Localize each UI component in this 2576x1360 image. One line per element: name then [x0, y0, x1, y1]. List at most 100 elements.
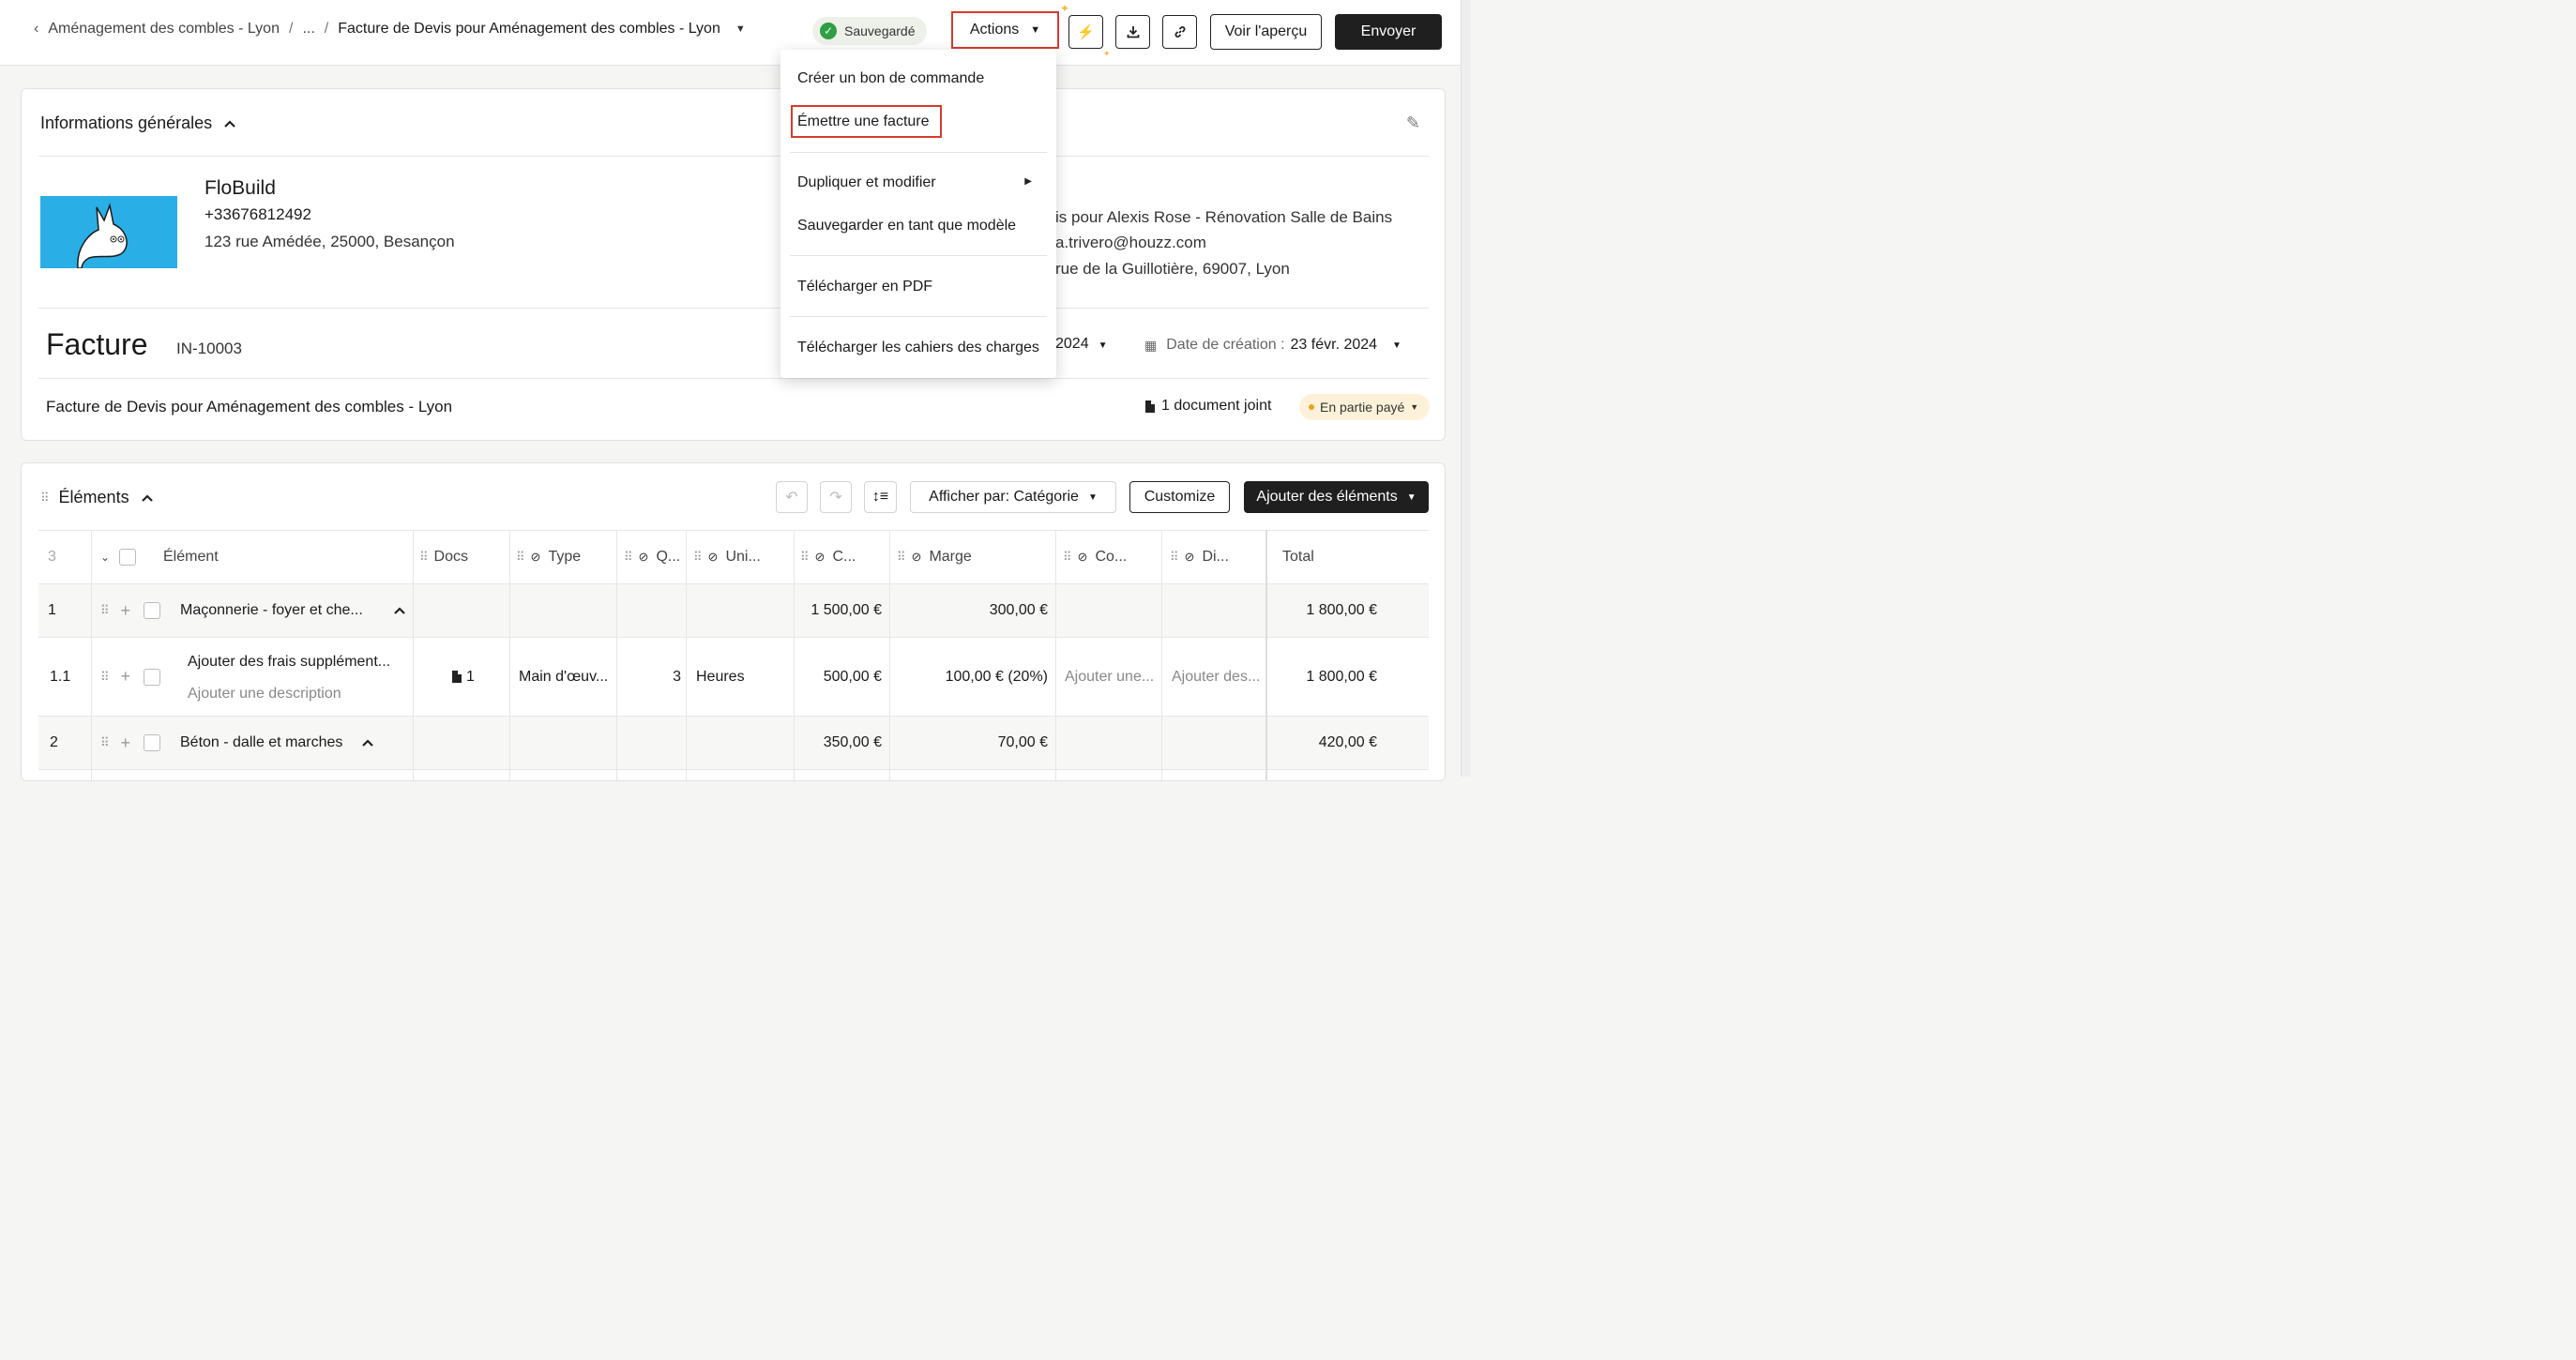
chevron-up-icon[interactable] — [361, 717, 380, 769]
row-co-input[interactable]: Ajouter une... — [1065, 638, 1162, 716]
saved-status-badge: ✓ Sauvegardé — [812, 17, 927, 45]
attachments-link[interactable]: 1 document joint — [1144, 398, 1271, 415]
attachments-count: 1 document joint — [1161, 398, 1272, 414]
drag-handle-icon[interactable]: ⠿ — [1063, 550, 1071, 565]
col-header-di[interactable]: ⠿ ⊘ Di... — [1170, 531, 1268, 583]
drag-handle-icon[interactable]: ⠿ — [100, 735, 109, 750]
row-cost[interactable]: 500,00 € — [795, 638, 891, 716]
eye-slash-icon[interactable]: ⊘ — [815, 550, 826, 565]
menu-item-download-pdf[interactable]: Télécharger en PDF — [797, 279, 932, 295]
scrollbar[interactable] — [1461, 0, 1471, 777]
payment-status-badge[interactable]: En partie payé ▼ — [1299, 394, 1431, 420]
col-header-qty[interactable]: ⠿ ⊘ Q... — [624, 531, 686, 583]
expand-all-icon[interactable]: ⌄ — [100, 551, 110, 564]
row-checkbox[interactable] — [144, 602, 161, 619]
document-icon — [452, 671, 462, 683]
col-header-margin[interactable]: ⠿ ⊘ Marge — [897, 531, 1056, 583]
drag-handle-icon[interactable]: ⠿ — [419, 550, 428, 565]
col-header-docs[interactable]: ⠿ Docs — [419, 531, 508, 583]
breadcrumb-parent[interactable]: Aménagement des combles - Lyon — [48, 21, 280, 38]
breadcrumb-separator: / — [324, 21, 329, 37]
row-controls: ⠿ + — [100, 638, 166, 716]
plus-icon[interactable]: + — [121, 667, 131, 687]
col-header-co[interactable]: ⠿ ⊘ Co... — [1063, 531, 1161, 583]
link-button[interactable] — [1162, 15, 1197, 49]
table-row-group[interactable]: 2 ⠿ + Béton - dalle et marches 350,00 € … — [38, 717, 1429, 770]
sparkle-icon: ✦ — [1103, 49, 1111, 58]
drag-handle-icon[interactable]: ⠿ — [100, 603, 109, 618]
lightning-button[interactable]: ⚡ — [1068, 15, 1103, 49]
eye-slash-icon[interactable]: ⊘ — [1185, 550, 1195, 565]
general-info-header[interactable]: Informations générales — [40, 113, 236, 133]
customize-button[interactable]: Customize — [1129, 481, 1230, 513]
row-description-input[interactable]: Ajouter une description — [188, 675, 413, 713]
breadcrumb-ellipsis[interactable]: ... — [302, 21, 314, 38]
chevron-up-icon[interactable] — [223, 119, 236, 128]
menu-item-download-specs[interactable]: Télécharger les cahiers des charges — [797, 340, 1039, 356]
add-elements-button[interactable]: Ajouter des éléments ▼ — [1244, 481, 1429, 513]
row-qty[interactable]: 3 — [618, 638, 690, 716]
elements-header[interactable]: ⠿ Éléments — [40, 488, 154, 507]
menu-item-issue-invoice[interactable]: Émettre une facture — [797, 113, 930, 130]
eye-slash-icon[interactable]: ⊘ — [1078, 550, 1088, 565]
doc-description[interactable]: Facture de Devis pour Aménagement des co… — [46, 398, 452, 416]
col-header-type[interactable]: ⠿ ⊘ Type — [516, 531, 614, 583]
row-margin[interactable]: 100,00 € (20%) — [890, 638, 1057, 716]
eye-slash-icon[interactable]: ⊘ — [639, 550, 649, 565]
col-header-total[interactable]: Total — [1282, 531, 1423, 583]
download-button[interactable] — [1115, 15, 1150, 49]
drag-handle-icon[interactable]: ⠿ — [624, 550, 632, 565]
row-unit[interactable]: Heures — [696, 638, 790, 716]
due-date-field[interactable]: 2024 ▼ — [1055, 336, 1108, 353]
drag-handle-icon[interactable]: ⠿ — [516, 550, 524, 565]
row-checkbox[interactable] — [144, 734, 161, 751]
chevron-up-icon[interactable] — [141, 493, 154, 503]
table-row-group[interactable]: 1 ⠿ + Maçonnerie - foyer et che... 1 500… — [38, 584, 1429, 638]
drag-handle-icon[interactable]: ⠿ — [100, 670, 109, 685]
row-name[interactable]: Béton - dalle et marches — [180, 717, 358, 769]
row-controls: ⠿ + — [100, 717, 166, 769]
menu-item-save-as-template[interactable]: Sauvegarder en tant que modèle — [797, 218, 1016, 234]
preview-button[interactable]: Voir l'aperçu — [1210, 14, 1322, 50]
edit-pencil-icon[interactable]: ✎ — [1406, 113, 1420, 133]
send-button[interactable]: Envoyer — [1335, 14, 1442, 50]
row-type[interactable]: Main d'œuv... — [519, 638, 613, 716]
chevron-left-icon[interactable]: ‹ — [34, 21, 38, 38]
row-margin[interactable]: 300,00 € — [890, 584, 1057, 637]
drag-handle-icon[interactable]: ⠿ — [40, 491, 49, 506]
plus-icon[interactable]: + — [121, 733, 131, 753]
row-di-input[interactable]: Ajouter des... — [1172, 638, 1269, 716]
drag-handle-icon[interactable]: ⠿ — [1170, 550, 1178, 565]
row-height-button[interactable]: ↕≡ — [864, 481, 897, 513]
drag-handle-icon[interactable]: ⠿ — [800, 550, 809, 565]
view-by-select[interactable]: Afficher par: Catégorie ▼ — [910, 481, 1116, 513]
table-row-item[interactable]: 1.1 ⠿ + Ajouter des frais supplément... … — [38, 638, 1429, 717]
eye-slash-icon[interactable]: ⊘ — [912, 550, 922, 565]
chevron-up-icon[interactable] — [393, 584, 412, 637]
menu-item-create-purchase-order[interactable]: Créer un bon de commande — [797, 70, 984, 87]
created-date-value: 23 févr. 2024 — [1290, 337, 1378, 353]
chevron-down-icon[interactable]: ▼ — [735, 23, 746, 35]
row-margin[interactable]: 70,00 € — [890, 717, 1057, 769]
col-header-element[interactable]: Élément — [163, 531, 407, 583]
drag-handle-icon[interactable]: ⠿ — [693, 550, 702, 565]
row-cost[interactable]: 1 500,00 € — [795, 584, 891, 637]
col-header-unit[interactable]: ⠿ ⊘ Uni... — [693, 531, 792, 583]
row-checkbox[interactable] — [144, 668, 161, 686]
row-name[interactable]: Maçonnerie - foyer et che... — [180, 584, 394, 637]
undo-button[interactable]: ↶ — [776, 481, 808, 513]
row-docs[interactable]: 1 — [451, 638, 489, 716]
eye-slash-icon[interactable]: ⊘ — [531, 550, 541, 565]
col-header-unit-label: Uni... — [725, 549, 761, 565]
row-cost[interactable]: 350,00 € — [795, 717, 891, 769]
created-date-field[interactable]: ▦ Date de création : 23 févr. 2024 ▼ — [1144, 337, 1402, 354]
col-header-cost[interactable]: ⠿ ⊘ C... — [800, 531, 886, 583]
divider — [38, 156, 1429, 157]
actions-button[interactable]: Actions ▼ — [951, 11, 1059, 49]
select-all-checkbox[interactable] — [119, 549, 137, 566]
plus-icon[interactable]: + — [121, 601, 131, 621]
drag-handle-icon[interactable]: ⠿ — [897, 550, 905, 565]
menu-item-duplicate-edit[interactable]: Dupliquer et modifier — [797, 174, 936, 191]
eye-slash-icon[interactable]: ⊘ — [708, 550, 719, 565]
redo-button[interactable]: ↷ — [820, 481, 852, 513]
